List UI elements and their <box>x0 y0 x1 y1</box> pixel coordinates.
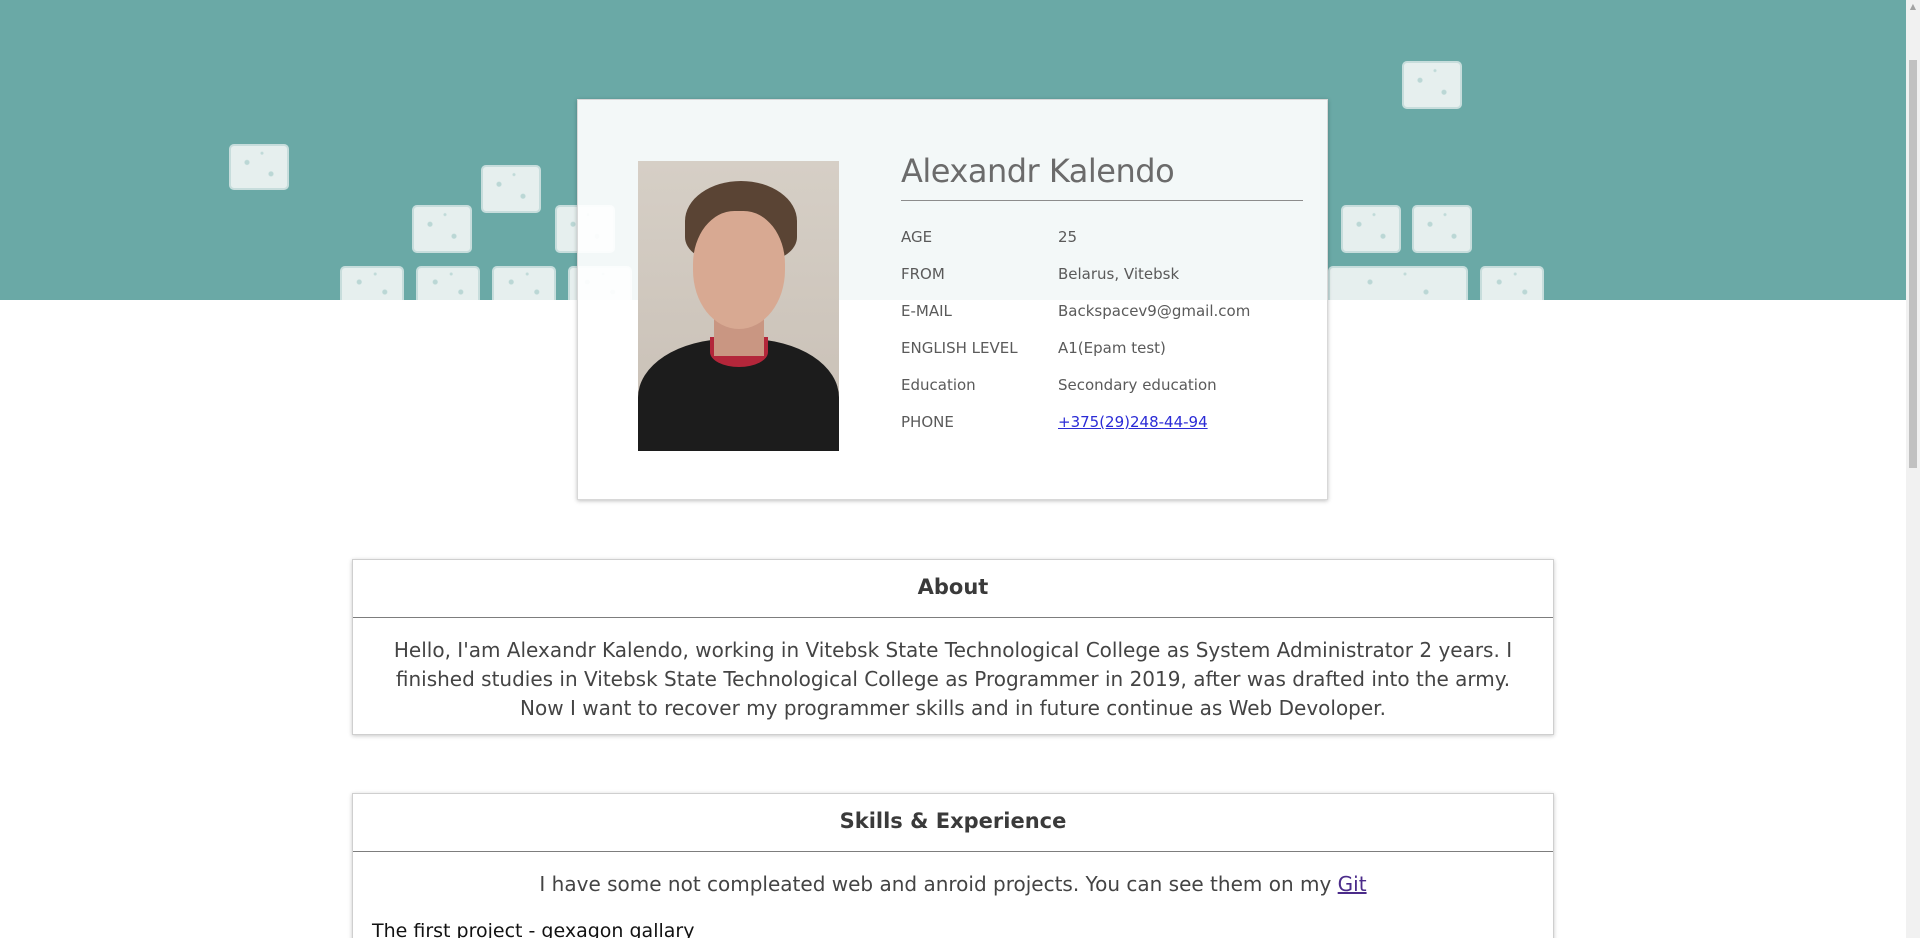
keyboard-key <box>340 266 404 300</box>
profile-photo <box>638 161 839 451</box>
education-label: Education <box>901 376 976 394</box>
keyboard-key <box>229 144 289 190</box>
skills-intro-text: I have some not compleated web and anroi… <box>539 872 1332 896</box>
chevron-up-icon[interactable]: ▲ <box>1909 2 1917 11</box>
profile-name: Alexandr Kalendo <box>901 152 1175 190</box>
keyboard-key <box>492 266 556 300</box>
english-level-label: ENGLISH LEVEL <box>901 339 1018 357</box>
skills-intro: I have some not compleated web and anroi… <box>353 852 1553 899</box>
age-label: AGE <box>901 228 933 246</box>
email-value: Backspacev9@gmail.com <box>1058 302 1251 320</box>
from-value: Belarus, Vitebsk <box>1058 265 1180 283</box>
english-level-value: A1(Epam test) <box>1058 339 1166 357</box>
about-text: Hello, I'am Alexandr Kalendo, working in… <box>393 638 1513 720</box>
name-divider <box>901 200 1303 201</box>
git-link[interactable]: Git <box>1338 872 1367 896</box>
keyboard-key <box>412 205 472 253</box>
about-title: About <box>353 560 1553 618</box>
page-scrollbar[interactable]: ▲ <box>1906 0 1920 938</box>
about-section: About Hello, I'am Alexandr Kalendo, work… <box>352 559 1554 735</box>
first-project-title: The first project - gexagon gallary <box>372 920 695 938</box>
keyboard-key <box>481 165 541 213</box>
keyboard-key <box>1341 205 1401 253</box>
keyboard-key <box>416 266 480 300</box>
keyboard-key <box>1480 266 1544 300</box>
age-value: 25 <box>1058 228 1078 246</box>
phone-link[interactable]: +375(29)248-44-94 <box>1058 413 1208 431</box>
keyboard-key <box>1402 61 1462 109</box>
skills-section: Skills & Experience I have some not comp… <box>352 793 1554 938</box>
phone-label: PHONE <box>901 413 954 431</box>
skills-title: Skills & Experience <box>353 794 1553 852</box>
keyboard-key <box>1412 205 1472 253</box>
education-value: Secondary education <box>1058 376 1217 394</box>
email-label: E-MAIL <box>901 302 952 320</box>
from-label: FROM <box>901 265 945 283</box>
keyboard-key <box>1328 266 1468 300</box>
scrollbar-thumb[interactable] <box>1909 60 1917 468</box>
profile-card: Alexandr Kalendo AGE 25 FROM Belarus, Vi… <box>577 99 1328 500</box>
